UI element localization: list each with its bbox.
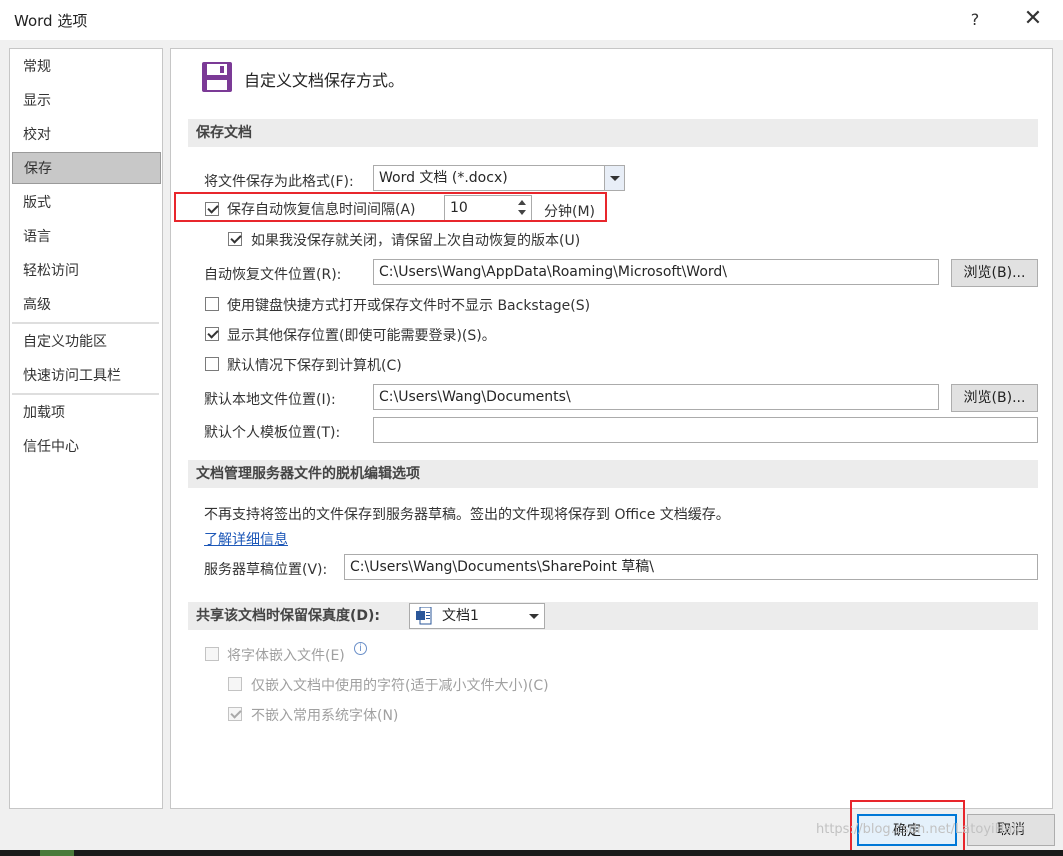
section-offline-editing: 文档管理服务器文件的脱机编辑选项 [188,460,1038,488]
fidelity-document-value: 文档1 [442,608,479,624]
sidebar-item-advanced[interactable]: 高级 [12,289,161,321]
personal-template-input[interactable] [373,417,1038,443]
embed-used-chars-checkbox[interactable] [228,677,242,691]
sidebar-item-quick-access-toolbar[interactable]: 快速访问工具栏 [12,360,161,392]
embed-fonts-checkbox[interactable] [205,647,219,661]
browse-local-button[interactable]: 浏览(B)... [951,384,1038,412]
title-bar: Word 选项 ? ✕ [0,0,1063,40]
options-sidebar: 常规 显示 校对 保存 版式 语言 轻松访问 高级 自定义功能区 快速访问工具栏… [9,48,163,809]
server-drafts-input[interactable]: C:\Users\Wang\Documents\SharePoint 草稿\ [344,554,1038,580]
sidebar-item-addins[interactable]: 加载项 [12,397,161,429]
show-other-locations-label: 显示其他保存位置(即使可能需要登录)(S)。 [227,328,496,344]
sidebar-item-layout[interactable]: 版式 [12,187,161,219]
watermark-text: https://blog.csdn.net/LatoyiHale [816,822,1024,837]
word-document-icon [416,607,432,625]
section-save-documents: 保存文档 [188,119,1038,147]
highlight-autorecover-box [174,192,607,222]
section-preserve-fidelity: 共享该文档时保留保真度(D): [188,602,1038,630]
fidelity-title: 共享该文档时保留保真度(D): [196,608,381,624]
close-button[interactable]: ✕ [1018,6,1048,34]
server-drafts-label: 服务器草稿位置(V): [204,562,328,578]
sidebar-item-display[interactable]: 显示 [12,85,161,117]
no-common-fonts-checkbox[interactable] [228,707,242,721]
save-format-label: 将文件保存为此格式(F): [204,174,354,190]
sidebar-item-customize-ribbon[interactable]: 自定义功能区 [12,326,161,358]
sidebar-item-save[interactable]: 保存 [12,152,161,184]
sidebar-item-general[interactable]: 常规 [12,51,161,83]
embed-used-chars-label: 仅嵌入文档中使用的字符(适于减小文件大小)(C) [251,678,549,694]
window-title: Word 选项 [14,12,88,30]
default-local-location-input[interactable]: C:\Users\Wang\Documents\ [373,384,939,410]
taskbar-strip [0,850,1063,856]
autorecover-location-input[interactable]: C:\Users\Wang\AppData\Roaming\Microsoft\… [373,259,939,285]
show-other-locations-checkbox[interactable] [205,327,219,341]
learn-more-link[interactable]: 了解详细信息 [204,529,288,549]
taskbar-active-item [40,850,74,856]
fidelity-document-dropdown[interactable]: 文档1 [409,603,545,629]
sidebar-item-language[interactable]: 语言 [12,221,161,253]
no-backstage-label: 使用键盘快捷方式打开或保存文件时不显示 Backstage(S) [227,298,591,314]
no-common-fonts-label: 不嵌入常用系统字体(N) [251,708,399,724]
save-to-computer-checkbox[interactable] [205,357,219,371]
autorecover-location-label: 自动恢复文件位置(R): [204,267,342,283]
embed-fonts-label: 将字体嵌入文件(E) [227,648,345,664]
personal-template-label: 默认个人模板位置(T): [204,425,341,441]
offline-notice: 不再支持将签出的文件保存到服务器草稿。签出的文件现将保存到 Office 文档缓… [204,507,730,523]
sidebar-divider [12,393,159,395]
keep-last-version-label: 如果我没保存就关闭，请保留上次自动恢复的版本(U) [251,233,581,249]
info-icon[interactable]: i [354,642,367,655]
chevron-down-icon[interactable] [604,166,624,190]
sidebar-divider [12,322,159,324]
options-content: 自定义文档保存方式。 保存文档 将文件保存为此格式(F): Word 文档 (*… [170,48,1053,809]
no-backstage-checkbox[interactable] [205,297,219,311]
floppy-disk-icon [202,62,232,92]
sidebar-item-accessibility[interactable]: 轻松访问 [12,255,161,287]
save-format-value: Word 文档 (*.docx) [379,170,508,186]
sidebar-item-proofing[interactable]: 校对 [12,119,161,151]
sidebar-item-trust-center[interactable]: 信任中心 [12,431,161,463]
help-button[interactable]: ? [960,6,990,34]
save-format-dropdown[interactable]: Word 文档 (*.docx) [373,165,625,191]
browse-autorecover-button[interactable]: 浏览(B)... [951,259,1038,287]
save-to-computer-label: 默认情况下保存到计算机(C) [227,358,402,374]
page-header: 自定义文档保存方式。 [244,71,405,90]
default-local-location-label: 默认本地文件位置(I): [204,392,336,408]
keep-last-version-checkbox[interactable] [228,232,242,246]
chevron-down-icon[interactable] [524,604,544,628]
